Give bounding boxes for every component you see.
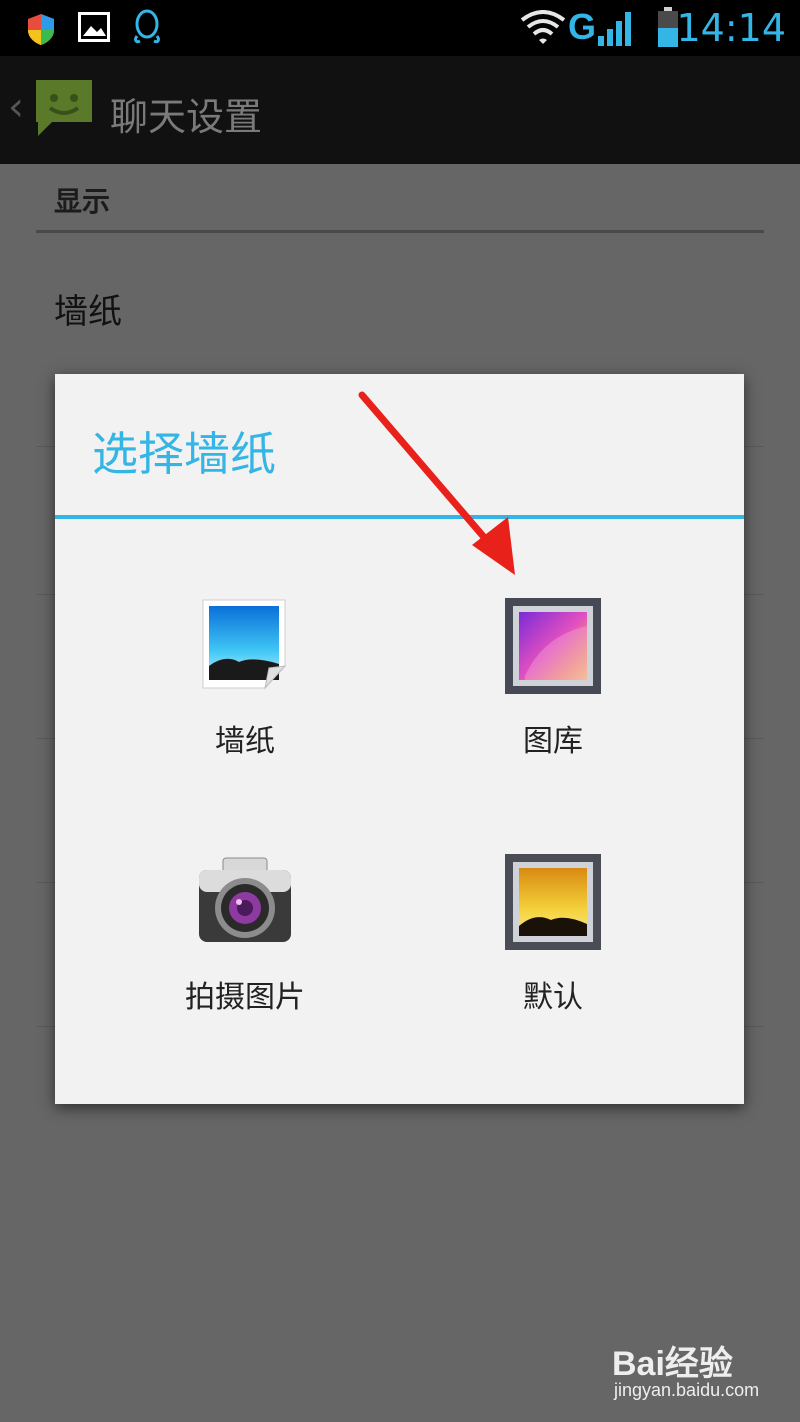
option-gallery[interactable]: 图库 — [443, 596, 663, 796]
image-notification-icon — [78, 12, 110, 42]
option-label: 拍摄图片 — [185, 980, 305, 1015]
signal-icon — [598, 12, 631, 46]
camera-icon — [199, 857, 291, 942]
wifi-icon — [520, 10, 566, 44]
dialog-title: 选择墙纸 — [92, 427, 276, 481]
gallery-icon — [505, 598, 601, 694]
red-arrow-icon — [358, 391, 515, 575]
page-title: 聊天设置 — [110, 95, 263, 139]
back-chevron-icon[interactable]: ‹ — [8, 84, 24, 130]
watermark-brand: Bai经验 — [612, 1345, 733, 1383]
option-label: 默认 — [523, 980, 583, 1015]
option-default[interactable]: 默认 — [443, 852, 663, 1052]
option-label: 图库 — [523, 724, 583, 759]
watermark-url: jingyan.baidu.com — [614, 1380, 760, 1400]
baidu-jingyan-watermark: Bai经验 jingyan.baidu.com — [612, 1336, 792, 1406]
clock: 14:14 — [676, 6, 786, 50]
network-type-label: G — [568, 6, 597, 47]
shield-icon — [28, 14, 54, 45]
status-bar: G 14:14 — [0, 0, 800, 56]
option-label: 墙纸 — [215, 724, 275, 759]
option-wallpaper[interactable]: 墙纸 — [135, 596, 355, 796]
section-header-display: 显示 — [54, 185, 111, 218]
wallpaper-icon — [202, 599, 287, 690]
wallpaper-setting-item[interactable]: 墙纸 — [54, 284, 122, 333]
messaging-app-icon[interactable] — [30, 74, 98, 142]
option-take-picture[interactable]: 拍摄图片 — [135, 852, 355, 1052]
section-divider — [36, 230, 764, 233]
qq-icon — [134, 9, 160, 44]
default-wallpaper-icon — [505, 854, 601, 950]
action-bar: ‹ 聊天设置 — [0, 56, 800, 164]
